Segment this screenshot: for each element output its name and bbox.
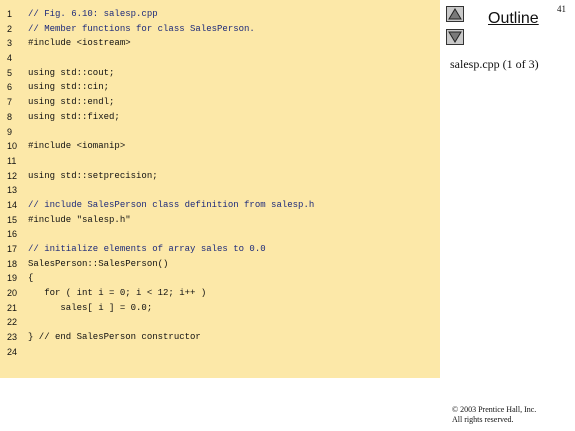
line-number: 4 bbox=[7, 53, 13, 64]
code-line: 6 using std::cin; bbox=[0, 80, 440, 95]
code-text: // include SalesPerson class definition … bbox=[28, 199, 315, 210]
code-text: using std::cin; bbox=[28, 82, 110, 93]
code-text: sales[ i ] = 0.0; bbox=[28, 302, 153, 313]
line-number: 13 bbox=[7, 185, 18, 196]
line-number: 24 bbox=[7, 346, 18, 357]
triangle-down-icon bbox=[448, 31, 462, 43]
code-line: 22 bbox=[0, 315, 440, 330]
code-text: using std::setprecision; bbox=[28, 170, 158, 181]
code-line: 8 using std::fixed; bbox=[0, 110, 440, 125]
next-slide-button[interactable] bbox=[446, 29, 464, 45]
line-number: 21 bbox=[7, 302, 18, 313]
line-number: 6 bbox=[7, 82, 13, 93]
triangle-up-icon bbox=[448, 8, 462, 20]
slide-number: 41 bbox=[557, 4, 566, 14]
code-line: 10 #include <iomanip> bbox=[0, 139, 440, 154]
code-line: 17 // initialize elements of array sales … bbox=[0, 242, 440, 257]
code-line: 15 #include "salesp.h" bbox=[0, 213, 440, 228]
code-line: 20 for ( int i = 0; i < 12; i++ ) bbox=[0, 286, 440, 301]
code-line: 1 // Fig. 6.10: salesp.cpp bbox=[0, 7, 440, 22]
line-number: 2 bbox=[7, 23, 13, 34]
line-number: 3 bbox=[7, 38, 13, 49]
code-text: // Member functions for class SalesPerso… bbox=[28, 23, 255, 34]
line-number: 1 bbox=[7, 9, 13, 19]
code-text: using std::endl; bbox=[28, 97, 115, 108]
code-line: 14 // include SalesPerson class definitio… bbox=[0, 198, 440, 213]
code-line: 7 using std::endl; bbox=[0, 95, 440, 110]
code-text: } // end SalesPerson constructor bbox=[28, 332, 201, 343]
code-text: #include "salesp.h" bbox=[28, 214, 131, 225]
code-text: for ( int i = 0; i < 12; i++ ) bbox=[28, 288, 207, 299]
line-number: 15 bbox=[7, 214, 18, 225]
copyright-notice: © 2003 Prentice Hall, Inc. All rights re… bbox=[452, 405, 536, 425]
code-text: // initialize elements of array sales to… bbox=[28, 244, 266, 254]
code-text: // Fig. 6.10: salesp.cpp bbox=[28, 9, 158, 19]
code-text: { bbox=[28, 273, 34, 284]
line-number: 19 bbox=[7, 273, 18, 284]
code-line: 18 SalesPerson::SalesPerson() bbox=[0, 257, 440, 272]
line-number: 23 bbox=[7, 332, 18, 343]
line-number: 8 bbox=[7, 111, 13, 122]
code-panel: 1 // Fig. 6.10: salesp.cpp 2 // Member func… bbox=[0, 0, 440, 378]
code-line: 12 using std::setprecision; bbox=[0, 169, 440, 184]
code-line: 9 bbox=[0, 125, 440, 140]
code-text: #include <iostream> bbox=[28, 38, 131, 49]
line-number: 22 bbox=[7, 317, 18, 328]
previous-slide-button[interactable] bbox=[446, 6, 464, 22]
code-line: 13 bbox=[0, 183, 440, 198]
code-text: using std::fixed; bbox=[28, 111, 120, 122]
code-line: 21 sales[ i ] = 0.0; bbox=[0, 301, 440, 316]
code-text: #include <iomanip> bbox=[28, 141, 126, 152]
code-line: 3 #include <iostream> bbox=[0, 36, 440, 51]
rights-line: All rights reserved. bbox=[452, 415, 514, 424]
code-text: SalesPerson::SalesPerson() bbox=[28, 258, 169, 269]
code-listing: 1 // Fig. 6.10: salesp.cpp 2 // Member func… bbox=[0, 7, 440, 360]
line-number: 5 bbox=[7, 67, 13, 78]
line-number: 17 bbox=[7, 244, 18, 254]
code-text: using std::cout; bbox=[28, 67, 115, 78]
line-number: 16 bbox=[7, 229, 18, 240]
line-number: 7 bbox=[7, 97, 13, 108]
line-number: 9 bbox=[7, 126, 13, 137]
code-line: 19 { bbox=[0, 271, 440, 286]
code-line: 4 bbox=[0, 51, 440, 66]
file-label: salesp.cpp (1 of 3) bbox=[450, 57, 539, 71]
code-line: 24 bbox=[0, 345, 440, 360]
line-number: 12 bbox=[7, 170, 18, 181]
code-line: 11 bbox=[0, 154, 440, 169]
code-line: 2 // Member functions for class SalesPers… bbox=[0, 22, 440, 37]
line-number: 10 bbox=[7, 141, 18, 152]
line-number: 18 bbox=[7, 258, 18, 269]
copyright-line: © 2003 Prentice Hall, Inc. bbox=[452, 405, 537, 414]
line-number: 14 bbox=[7, 199, 18, 210]
line-number: 20 bbox=[7, 288, 18, 299]
line-number: 11 bbox=[7, 155, 17, 166]
code-line: 5 using std::cout; bbox=[0, 66, 440, 81]
code-line: 23 } // end SalesPerson constructor bbox=[0, 330, 440, 345]
outline-link[interactable]: Outline bbox=[488, 10, 539, 28]
code-line: 16 bbox=[0, 227, 440, 242]
